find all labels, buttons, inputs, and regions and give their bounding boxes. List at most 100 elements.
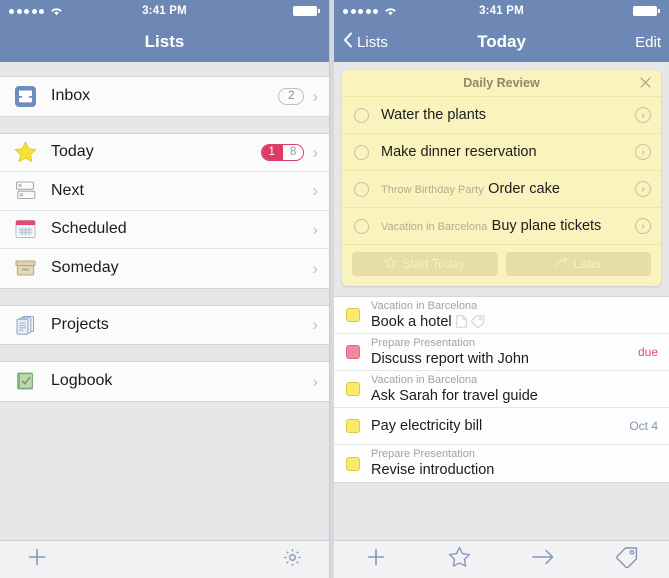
task-checkbox[interactable]	[346, 419, 361, 433]
box-icon	[13, 256, 38, 281]
task-row[interactable]: Prepare Presentation Revise introduction	[334, 445, 669, 482]
today-badge-due: 1	[261, 144, 282, 160]
navbar-right: Lists Today Edit	[334, 22, 669, 62]
star-icon	[13, 140, 38, 165]
daily-review-item-title: Buy plane tickets	[491, 218, 602, 234]
sidebar-item-inbox[interactable]: Inbox 2 ›	[0, 77, 330, 116]
new-todo-button[interactable]	[0, 546, 165, 573]
documents-icon	[13, 312, 38, 337]
task-title: Book a hotel	[371, 313, 452, 330]
chevron-right-circle-icon[interactable]: ›	[635, 218, 651, 234]
circle-checkbox-icon[interactable]	[354, 107, 370, 123]
next-list-icon	[13, 178, 38, 203]
daily-review-item-text: Make dinner reservation	[381, 143, 635, 161]
daily-review-item-title: Order cake	[488, 181, 560, 197]
task-checkbox[interactable]	[346, 456, 361, 471]
daily-review-item[interactable]: Make dinner reservation ›	[342, 133, 661, 170]
task-checkbox[interactable]	[346, 382, 361, 396]
chevron-right-icon: ›	[312, 315, 319, 335]
sidebar-item-someday[interactable]: Someday ›	[0, 249, 330, 288]
lists-content: Inbox 2 › Today 1 8 › Next › Scheduled ›…	[0, 62, 330, 540]
task-row[interactable]: Pay electricity bill Oct 4	[334, 408, 669, 445]
toolbar-right	[334, 540, 669, 578]
circle-checkbox-icon[interactable]	[354, 181, 370, 197]
back-button[interactable]: Lists	[343, 32, 388, 52]
chevron-right-circle-icon[interactable]: ›	[635, 107, 651, 123]
tags-button[interactable]	[585, 546, 669, 573]
close-icon[interactable]	[640, 76, 651, 90]
new-todo-button[interactable]	[334, 546, 418, 573]
circle-checkbox-icon[interactable]	[354, 144, 370, 160]
sidebar-item-label: Projects	[51, 315, 109, 333]
task-text: Prepare Presentation Discuss report with…	[371, 337, 630, 368]
today-count-badge: 1 8	[260, 143, 305, 161]
task-row[interactable]: Prepare Presentation Discuss report with…	[334, 334, 669, 371]
chevron-right-icon: ›	[312, 371, 319, 391]
toolbar-left	[0, 540, 330, 578]
task-project: Prepare Presentation	[371, 336, 475, 349]
sidebar-item-label: Someday	[51, 259, 119, 277]
daily-review-item[interactable]: Vacation in Barcelona Buy plane tickets …	[342, 207, 661, 244]
chevron-left-icon	[343, 32, 353, 52]
settings-button[interactable]	[165, 547, 329, 573]
arrow-right-icon	[555, 256, 569, 272]
chevron-right-circle-icon[interactable]: ›	[635, 144, 651, 160]
plus-icon	[365, 546, 387, 573]
sidebar-item-logbook[interactable]: Logbook ›	[0, 362, 330, 401]
today-content: Daily Review Water the plants › Make din…	[334, 62, 669, 540]
chevron-right-circle-icon[interactable]: ›	[635, 181, 651, 197]
start-today-button[interactable]: Start Today	[352, 252, 498, 276]
sidebar-item-label: Logbook	[51, 372, 113, 390]
daily-review-item-text: Throw Birthday Party Order cake	[381, 180, 635, 198]
task-text: Vacation in Barcelona Ask Sarah for trav…	[371, 374, 658, 405]
task-project: Vacation in Barcelona	[371, 373, 478, 386]
battery-icon	[293, 6, 321, 16]
task-title-wrap: Pay electricity bill	[371, 417, 621, 435]
sidebar-item-next[interactable]: Next ›	[0, 172, 330, 211]
daily-review-title: Daily Review	[463, 76, 540, 90]
plus-icon	[26, 546, 48, 573]
circle-checkbox-icon[interactable]	[354, 218, 370, 234]
sidebar-item-projects[interactable]: Projects ›	[0, 305, 330, 344]
task-checkbox[interactable]	[346, 308, 361, 322]
logbook-icon	[13, 369, 38, 394]
daily-review-item[interactable]: Throw Birthday Party Order cake ›	[342, 170, 661, 207]
list-group-projects: Projects ›	[0, 304, 330, 345]
move-button[interactable]	[502, 548, 586, 571]
chevron-right-icon: ›	[312, 86, 319, 106]
inbox-count-badge: 2	[278, 87, 305, 105]
today-badge-total: 8	[281, 144, 304, 160]
page-title: Today	[477, 32, 526, 51]
later-label: Later	[573, 257, 603, 271]
task-title: Pay electricity bill	[371, 418, 483, 434]
tag-icon	[616, 546, 638, 573]
list-group-logbook: Logbook ›	[0, 361, 330, 402]
daily-review-item-project: Throw Birthday Party	[381, 184, 484, 196]
star-icon	[384, 256, 397, 272]
list-group-main: Today 1 8 › Next › Scheduled › Someday ›	[0, 132, 330, 289]
status-clock: 3:41 PM	[479, 5, 524, 17]
today-button[interactable]	[418, 546, 502, 573]
task-project: Vacation in Barcelona	[371, 299, 478, 312]
daily-review-item-project: Vacation in Barcelona	[381, 221, 488, 233]
task-title-wrap: Ask Sarah for travel guide	[371, 387, 658, 405]
today-task-list: Vacation in Barcelona Book a hotel Prepa…	[334, 296, 669, 483]
sidebar-item-today[interactable]: Today 1 8 ›	[0, 133, 330, 172]
daily-review-item[interactable]: Water the plants ›	[342, 96, 661, 133]
status-clock: 3:41 PM	[142, 5, 187, 17]
later-button[interactable]: Later	[505, 252, 652, 276]
daily-review-item-title: Make dinner reservation	[381, 144, 537, 160]
edit-button[interactable]: Edit	[635, 34, 661, 51]
task-checkbox[interactable]	[346, 345, 361, 359]
daily-review-item-title: Water the plants	[381, 107, 487, 123]
arrow-right-icon	[531, 548, 555, 571]
status-bar-right: 3:41 PM	[334, 0, 669, 22]
daily-review-item-text: Vacation in Barcelona Buy plane tickets	[381, 217, 635, 235]
task-row[interactable]: Vacation in Barcelona Book a hotel	[334, 297, 669, 334]
sidebar-item-scheduled[interactable]: Scheduled ›	[0, 210, 330, 249]
task-row[interactable]: Vacation in Barcelona Ask Sarah for trav…	[334, 371, 669, 408]
list-group-inbox: Inbox 2 ›	[0, 76, 330, 117]
